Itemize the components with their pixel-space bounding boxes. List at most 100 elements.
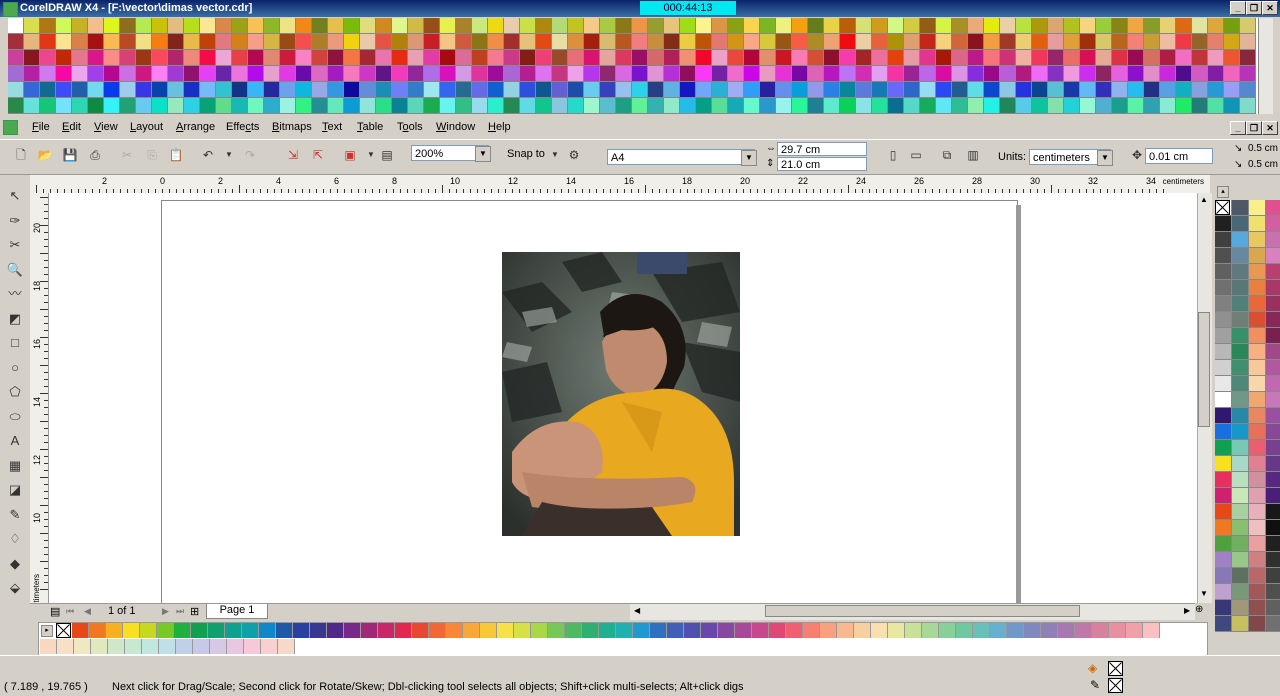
- color-swatch[interactable]: [1232, 296, 1249, 312]
- color-swatch[interactable]: [248, 82, 264, 98]
- color-swatch[interactable]: [984, 66, 1000, 82]
- color-swatch[interactable]: [248, 18, 264, 34]
- color-swatch[interactable]: [360, 34, 376, 50]
- color-swatch[interactable]: [712, 66, 728, 82]
- color-swatch[interactable]: [1080, 98, 1096, 114]
- color-swatch[interactable]: [472, 82, 488, 98]
- color-swatch[interactable]: [1096, 66, 1112, 82]
- page-width-field[interactable]: 29.7 cm: [777, 142, 867, 156]
- color-swatch[interactable]: [168, 50, 184, 66]
- horizontal-scroll-thumb[interactable]: [765, 605, 1080, 617]
- color-swatch[interactable]: [776, 98, 792, 114]
- color-swatch[interactable]: [157, 623, 174, 638]
- color-swatch[interactable]: [1064, 50, 1080, 66]
- color-swatch[interactable]: [696, 66, 712, 82]
- color-swatch[interactable]: [632, 98, 648, 114]
- color-swatch[interactable]: [24, 50, 40, 66]
- color-swatch[interactable]: [990, 623, 1007, 638]
- color-swatch[interactable]: [328, 18, 344, 34]
- color-swatch[interactable]: [936, 34, 952, 50]
- color-swatch[interactable]: [1249, 616, 1266, 632]
- color-swatch[interactable]: [104, 98, 120, 114]
- color-swatch[interactable]: [392, 50, 408, 66]
- color-swatch[interactable]: [984, 50, 1000, 66]
- color-swatch[interactable]: [1266, 584, 1280, 600]
- color-swatch[interactable]: [360, 82, 376, 98]
- duplicate-y-field[interactable]: 0.5 cm: [1248, 159, 1278, 170]
- color-swatch[interactable]: [1215, 440, 1232, 456]
- color-swatch[interactable]: [514, 623, 531, 638]
- color-swatch[interactable]: [1058, 623, 1075, 638]
- color-swatch[interactable]: [1215, 312, 1232, 328]
- color-swatch[interactable]: [1176, 50, 1192, 66]
- color-swatch[interactable]: [568, 34, 584, 50]
- color-swatch[interactable]: [408, 98, 424, 114]
- color-swatch[interactable]: [264, 34, 280, 50]
- color-swatch[interactable]: [360, 18, 376, 34]
- color-swatch[interactable]: [136, 50, 152, 66]
- bitmap-photo[interactable]: [502, 252, 740, 536]
- color-swatch[interactable]: [91, 639, 108, 654]
- color-swatch[interactable]: [728, 66, 744, 82]
- color-swatch[interactable]: [888, 50, 904, 66]
- color-swatch[interactable]: [56, 50, 72, 66]
- color-swatch[interactable]: [760, 82, 776, 98]
- color-swatch[interactable]: [888, 18, 904, 34]
- color-swatch[interactable]: [1048, 98, 1064, 114]
- color-swatch[interactable]: [1249, 488, 1266, 504]
- color-swatch[interactable]: [440, 66, 456, 82]
- color-swatch[interactable]: [312, 34, 328, 50]
- color-swatch[interactable]: [104, 34, 120, 50]
- color-swatch[interactable]: [1266, 232, 1280, 248]
- color-swatch[interactable]: [344, 98, 360, 114]
- color-swatch[interactable]: [1192, 66, 1208, 82]
- color-swatch[interactable]: [392, 18, 408, 34]
- color-swatch[interactable]: [1176, 34, 1192, 50]
- color-swatch[interactable]: [808, 18, 824, 34]
- color-swatch[interactable]: [744, 18, 760, 34]
- color-swatch[interactable]: [984, 82, 1000, 98]
- color-swatch[interactable]: [56, 66, 72, 82]
- color-swatch[interactable]: [184, 34, 200, 50]
- color-swatch[interactable]: [1240, 66, 1256, 82]
- color-swatch[interactable]: [72, 623, 89, 638]
- color-swatch[interactable]: [328, 82, 344, 98]
- color-swatch[interactable]: [88, 82, 104, 98]
- color-swatch[interactable]: [504, 50, 520, 66]
- color-swatch[interactable]: [1266, 472, 1280, 488]
- first-page-icon[interactable]: ⏮: [66, 606, 74, 617]
- color-swatch[interactable]: [568, 82, 584, 98]
- color-swatch[interactable]: [152, 82, 168, 98]
- color-swatch[interactable]: [1240, 98, 1256, 114]
- color-swatch[interactable]: [142, 639, 159, 654]
- color-swatch[interactable]: [88, 50, 104, 66]
- color-swatch[interactable]: [88, 18, 104, 34]
- color-swatch[interactable]: [968, 98, 984, 114]
- color-swatch[interactable]: [568, 18, 584, 34]
- color-swatch[interactable]: [456, 82, 472, 98]
- color-swatch[interactable]: [328, 66, 344, 82]
- color-swatch[interactable]: [216, 98, 232, 114]
- color-swatch[interactable]: [984, 34, 1000, 50]
- color-swatch[interactable]: [936, 98, 952, 114]
- color-swatch[interactable]: [552, 66, 568, 82]
- color-swatch[interactable]: [296, 34, 312, 50]
- color-swatch[interactable]: [1096, 34, 1112, 50]
- color-swatch[interactable]: [280, 66, 296, 82]
- color-swatch[interactable]: [1266, 440, 1280, 456]
- color-swatch[interactable]: [712, 18, 728, 34]
- export-icon[interactable]: ⇱: [309, 146, 327, 164]
- color-swatch[interactable]: [200, 66, 216, 82]
- color-swatch[interactable]: [824, 82, 840, 98]
- color-swatch[interactable]: [200, 82, 216, 98]
- shape-tool-icon[interactable]: ✑: [5, 211, 25, 231]
- menu-file[interactable]: File: [32, 121, 50, 133]
- color-swatch[interactable]: [728, 82, 744, 98]
- color-swatch[interactable]: [136, 18, 152, 34]
- color-swatch[interactable]: [568, 66, 584, 82]
- color-swatch[interactable]: [280, 98, 296, 114]
- color-swatch[interactable]: [344, 34, 360, 50]
- color-swatch[interactable]: [968, 82, 984, 98]
- color-swatch[interactable]: [648, 18, 664, 34]
- outline-none-swatch[interactable]: [1108, 678, 1123, 693]
